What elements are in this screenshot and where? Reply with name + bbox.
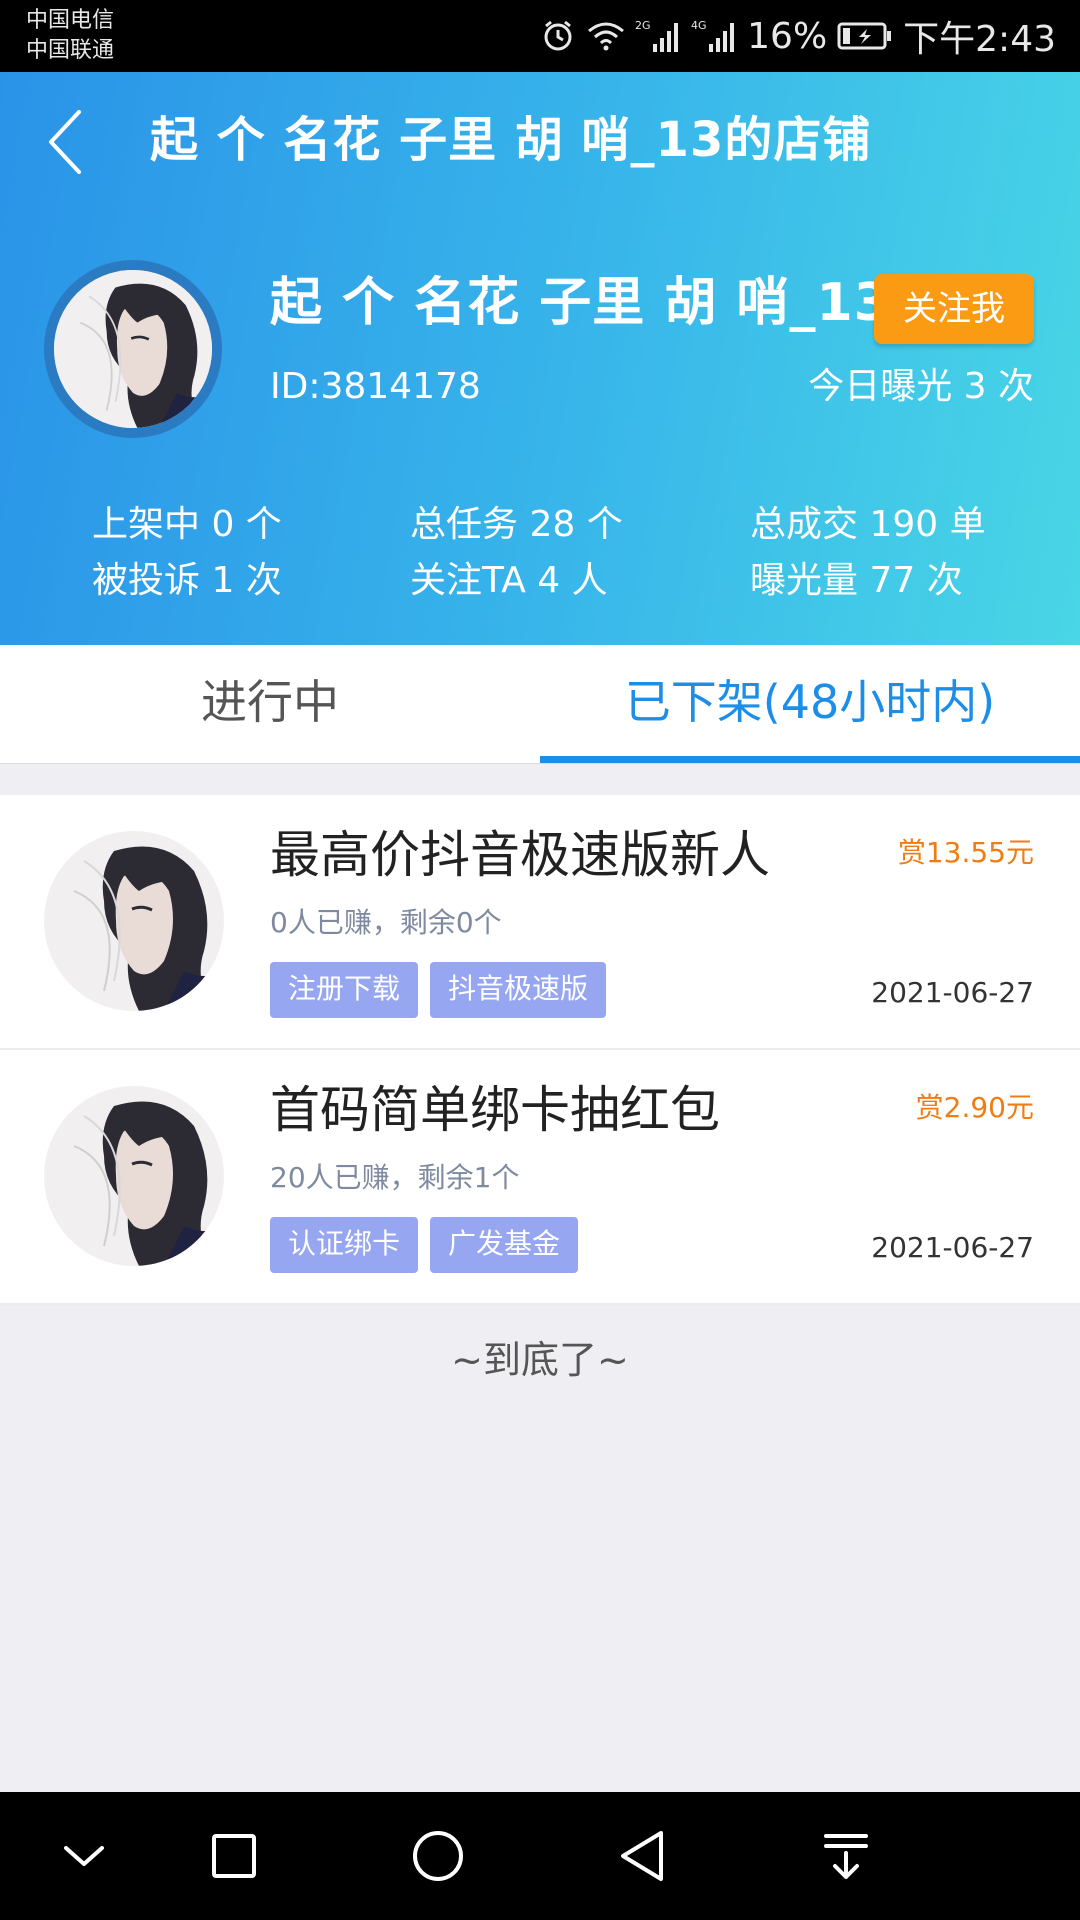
task-reward: 赏13.55元 (897, 836, 1034, 869)
status-icons: 2G 4G 16% 下午2:43 (539, 12, 1056, 60)
task-avatar (44, 831, 224, 1011)
shop-id: ID:3814178 (270, 366, 481, 407)
nav-hide-button[interactable] (44, 1816, 124, 1896)
task-progress: 0人已赚，剩余0个 (270, 906, 502, 939)
system-nav-bar (0, 1792, 1080, 1920)
carrier-2: 中国联通 (26, 38, 115, 63)
battery-charging-icon (837, 17, 893, 55)
task-tag: 抖音极速版 (430, 962, 607, 1018)
stat-followers: 关注TA 4 人 (410, 560, 608, 601)
square-icon (212, 1834, 256, 1878)
avatar-image (54, 270, 212, 428)
shop-name: 起 个 名花 子里 胡 哨_13 (270, 273, 891, 333)
task-avatar (44, 1086, 224, 1266)
task-tag: 认证绑卡 (270, 1217, 419, 1273)
stats-column-1: 上架中 0 个 被投诉 1 次 (92, 497, 282, 609)
list-item[interactable]: 首码简单绑卡抽红包 赏2.90元 20人已赚，剩余1个 认证绑卡 广发基金 20… (0, 1050, 1080, 1305)
screen: 中国电信 中国联通 2G 4G 16% 下午2:43 起 个 名花 子里 胡 哨… (0, 0, 1080, 1920)
nav-recents-button[interactable] (194, 1816, 274, 1896)
end-of-list-note: ~到底了~ (451, 1338, 629, 1382)
stat-exposure: 曝光量 77 次 (750, 560, 963, 601)
stat-total-deals: 总成交 190 单 (750, 504, 986, 545)
stat-listed: 上架中 0 个 (92, 504, 282, 545)
battery-percent: 16% (747, 15, 828, 57)
back-button[interactable] (40, 102, 90, 182)
circle-icon (413, 1831, 463, 1881)
stat-complaints: 被投诉 1 次 (92, 560, 282, 601)
task-progress: 20人已赚，剩余1个 (270, 1161, 520, 1194)
task-tag: 注册下载 (270, 962, 419, 1018)
page-title: 起 个 名花 子里 胡 哨_13的店铺 (150, 112, 872, 168)
download-icon (824, 1834, 868, 1879)
shop-avatar[interactable] (44, 260, 222, 438)
task-list: 最高价抖音极速版新人 赏13.55元 0人已赚，剩余0个 注册下载 抖音极速版 … (0, 795, 1080, 1305)
chevron-left-icon (49, 110, 81, 174)
task-title: 首码简单绑卡抽红包 (270, 1081, 720, 1139)
stat-total-tasks: 总任务 28 个 (410, 504, 623, 545)
carrier-info: 中国电信 中国联通 (26, 6, 114, 66)
tab-ongoing[interactable]: 进行中 (0, 645, 540, 763)
status-bar: 中国电信 中国联通 2G 4G 16% 下午2:43 (0, 0, 1080, 72)
network-2-label: 4G (691, 19, 707, 32)
triangle-back-icon (621, 1831, 663, 1881)
nav-back-button[interactable] (602, 1816, 682, 1896)
alarm-icon (539, 17, 577, 55)
task-tag: 广发基金 (430, 1217, 579, 1273)
signal-4g-icon: 4G (691, 17, 737, 55)
task-tags: 认证绑卡 广发基金 (270, 1217, 579, 1273)
exposure-today: 今日曝光 3 次 (808, 366, 1034, 407)
task-date: 2021-06-27 (871, 976, 1034, 1009)
stats-column-2: 总任务 28 个 关注TA 4 人 (410, 497, 623, 609)
carrier-1: 中国电信 (26, 8, 115, 33)
clock: 下午2:43 (903, 19, 1056, 60)
follow-button[interactable]: 关注我 (874, 274, 1034, 344)
wifi-icon (587, 17, 625, 55)
tab-offline-48h[interactable]: 已下架(48小时内) (540, 645, 1080, 763)
stats-column-3: 总成交 190 单 曝光量 77 次 (750, 497, 986, 609)
task-date: 2021-06-27 (871, 1231, 1034, 1264)
shop-header: 起 个 名花 子里 胡 哨_13的店铺 起 个 名花 子里 胡 哨_13 关注我… (0, 72, 1080, 645)
task-title: 最高价抖音极速版新人 (270, 826, 770, 884)
list-item[interactable]: 最高价抖音极速版新人 赏13.55元 0人已赚，剩余0个 注册下载 抖音极速版 … (0, 795, 1080, 1050)
signal-2g-icon: 2G (635, 17, 681, 55)
nav-home-button[interactable] (398, 1816, 478, 1896)
active-tab-indicator (540, 756, 1080, 763)
task-reward: 赏2.90元 (915, 1091, 1034, 1124)
task-tags: 注册下载 抖音极速版 (270, 962, 607, 1018)
chevron-down-icon (64, 1846, 104, 1866)
nav-notification-button[interactable] (806, 1816, 886, 1896)
network-1-label: 2G (635, 19, 651, 32)
tab-bar: 进行中 已下架(48小时内) (0, 645, 1080, 764)
